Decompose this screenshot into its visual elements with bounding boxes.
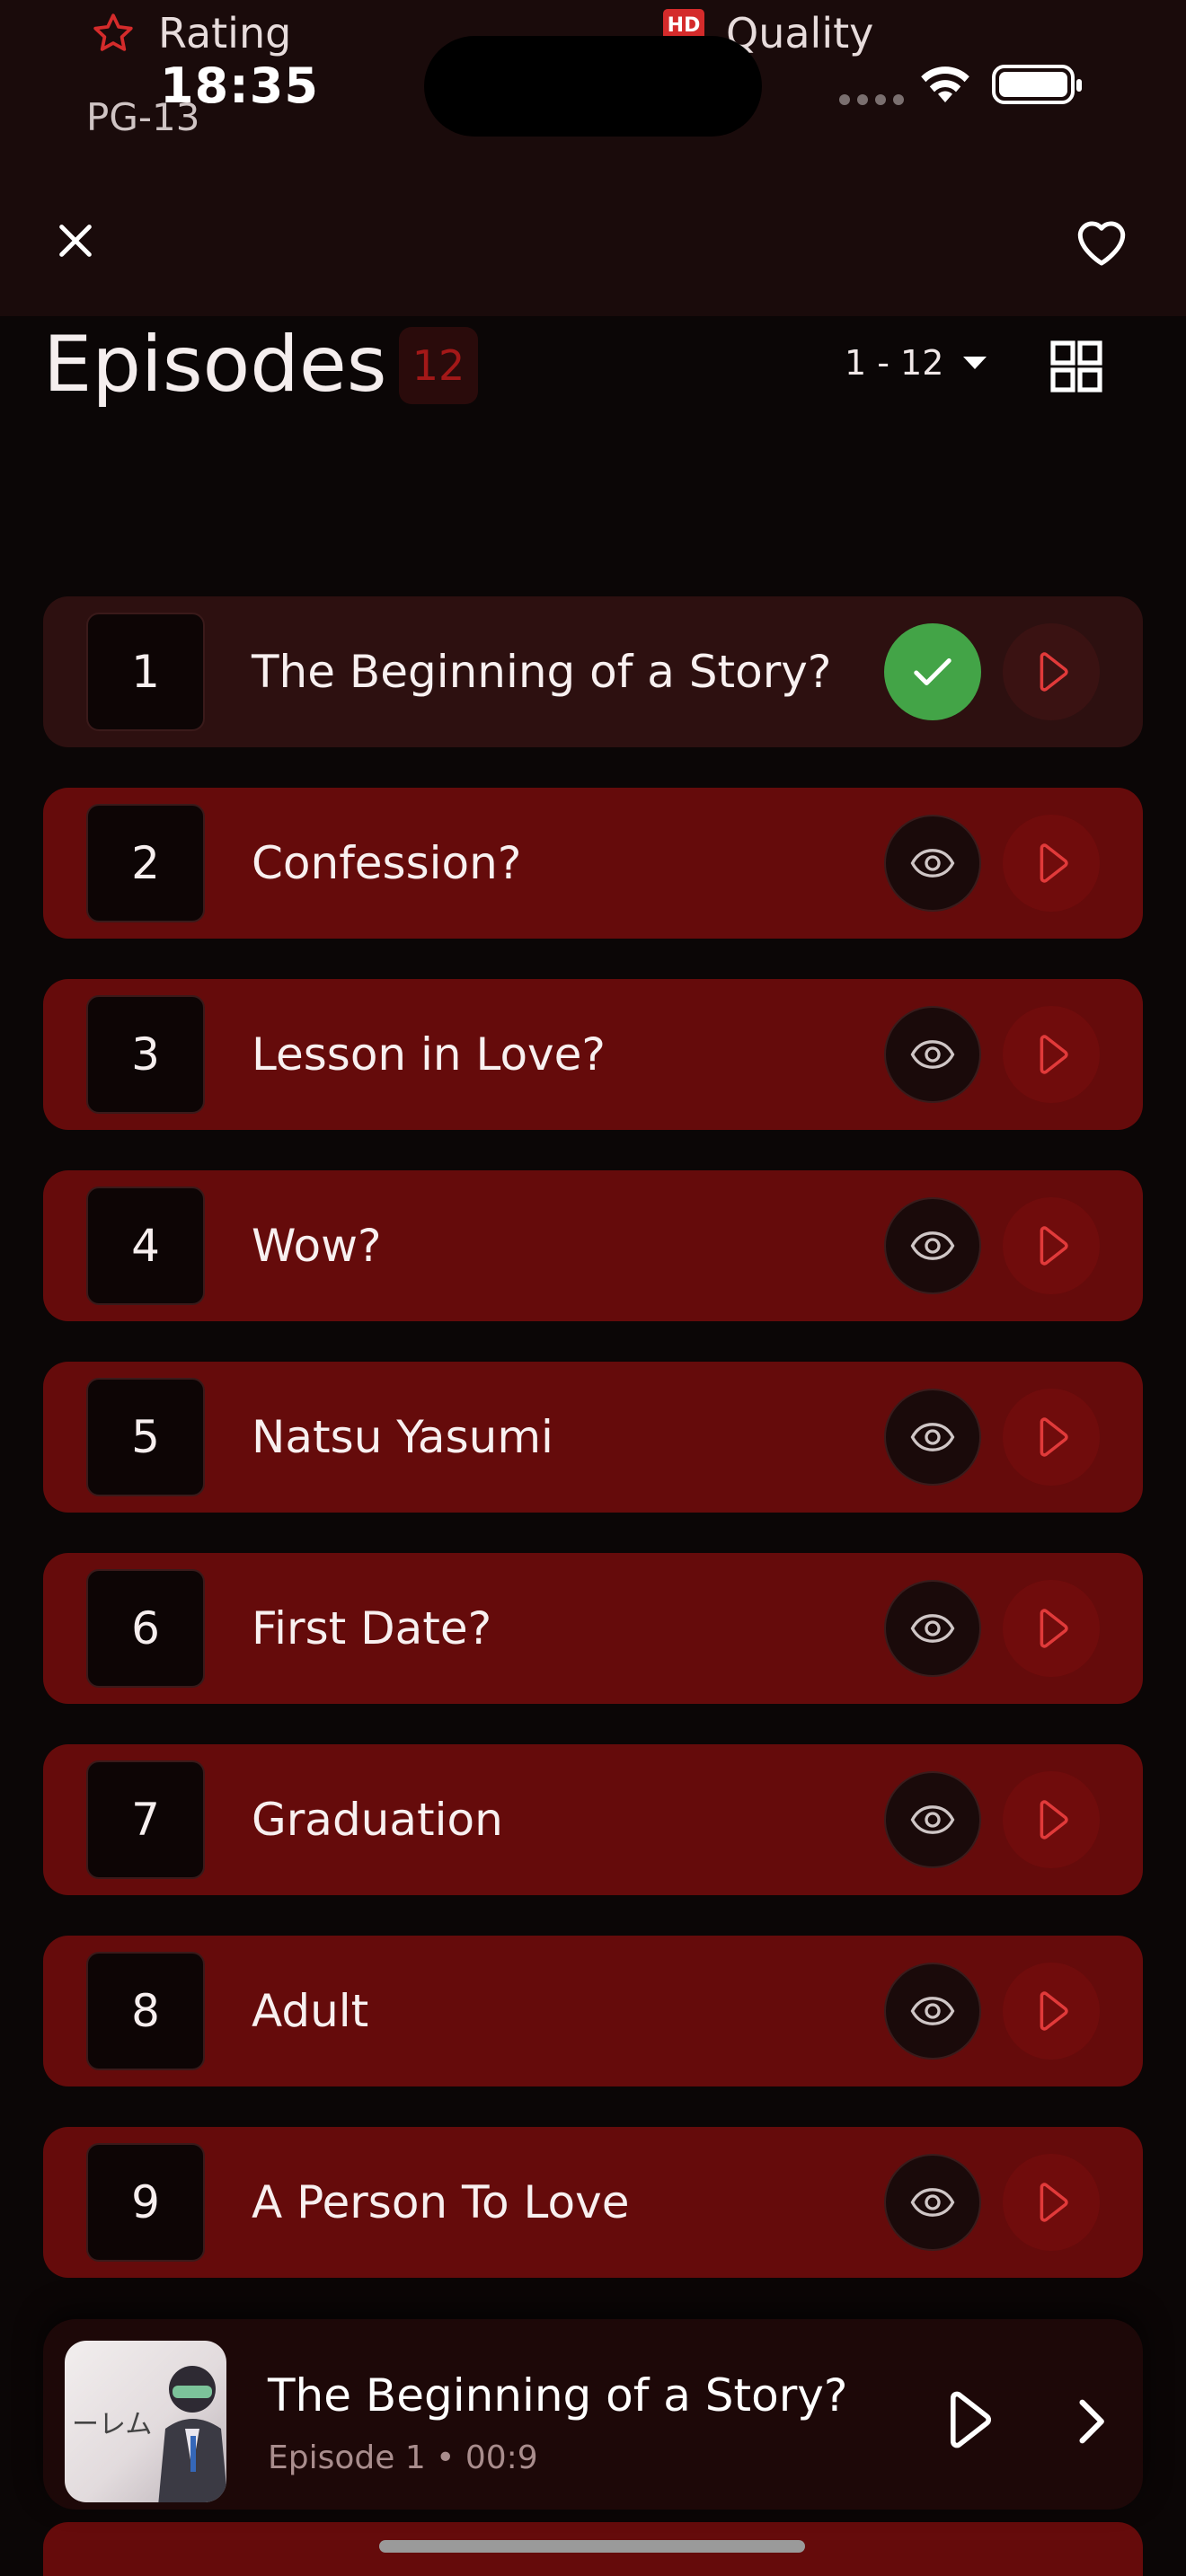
thumbnail-text: ーレム [72, 2409, 153, 2440]
mark-watched-button[interactable] [884, 1389, 981, 1486]
episode-range-select[interactable]: 1 - 12 [845, 343, 988, 383]
play-icon [1040, 1417, 1068, 1457]
eye-icon [910, 1040, 955, 1069]
episode-number: 4 [86, 1187, 205, 1305]
play-icon [1040, 1035, 1068, 1074]
character-illustration [158, 2366, 226, 2502]
mark-watched-button[interactable] [884, 2154, 981, 2251]
episode-play-button[interactable] [1003, 1963, 1100, 2060]
episode-row[interactable]: 6 First Date? [43, 1553, 1143, 1704]
rating-label: Rating [158, 9, 292, 57]
home-indicator [379, 2540, 805, 2553]
top-header: Rating HD Quality PG-13 18:35 [0, 0, 1186, 316]
episode-number: 8 [86, 1952, 205, 2070]
dynamic-island [424, 36, 762, 137]
episode-play-button[interactable] [1003, 1580, 1100, 1677]
episode-number: 3 [86, 995, 205, 1114]
mark-watched-button[interactable] [884, 1006, 981, 1103]
play-icon [1040, 1800, 1068, 1839]
episode-list: 1 The Beginning of a Story? 2 Confession? 3 L… [43, 596, 1143, 2318]
mark-watched-button[interactable] [884, 815, 981, 912]
episode-title: Confession? [252, 837, 522, 889]
mark-watched-button[interactable] [884, 1580, 981, 1677]
quality-label: Quality [726, 9, 874, 57]
eye-icon [910, 2188, 955, 2217]
episode-title: Adult [252, 1985, 369, 2037]
play-icon [1040, 1226, 1068, 1266]
episode-number: 7 [86, 1760, 205, 1879]
mark-watched-button[interactable] [884, 1963, 981, 2060]
now-playing-open-button[interactable] [1058, 2386, 1123, 2457]
episode-play-button[interactable] [1003, 623, 1100, 720]
episode-play-button[interactable] [1003, 1771, 1100, 1868]
close-icon [59, 225, 92, 257]
episode-play-button[interactable] [1003, 2154, 1100, 2251]
episode-title: Wow? [252, 1220, 382, 1272]
episode-row[interactable]: 2 Confession? [43, 788, 1143, 939]
rating-meta: Rating [90, 9, 291, 57]
episode-number: 1 [86, 613, 205, 731]
episode-number: 6 [86, 1569, 205, 1688]
watched-toggle-button[interactable] [884, 623, 981, 720]
episode-count-badge: 12 [399, 327, 478, 404]
episodes-title: Episodes [43, 320, 387, 410]
heart-icon [1077, 221, 1126, 266]
episode-number: 2 [86, 804, 205, 922]
now-playing-thumbnail: ーレム [65, 2341, 226, 2502]
now-playing-bar[interactable]: ーレム The Beginning of a Story? Episode 1 … [43, 2319, 1143, 2510]
mark-watched-button[interactable] [884, 1771, 981, 1868]
play-icon [1040, 1609, 1068, 1648]
episode-row[interactable]: 8 Adult [43, 1936, 1143, 2086]
episode-title: First Date? [252, 1602, 492, 1654]
episode-row[interactable]: 9 A Person To Love [43, 2127, 1143, 2278]
wifi-icon [921, 66, 969, 102]
eye-icon [910, 1231, 955, 1260]
episode-play-button[interactable] [1003, 1006, 1100, 1103]
status-time: 18:35 [160, 57, 319, 114]
play-icon [950, 2391, 992, 2448]
eye-icon [910, 1423, 955, 1451]
episode-row[interactable]: 1 The Beginning of a Story? [43, 596, 1143, 747]
episode-title: Graduation [252, 1794, 503, 1846]
battery-icon [992, 65, 1082, 104]
eye-icon [910, 1805, 955, 1834]
play-icon [1040, 1991, 1068, 2031]
caret-down-icon [963, 357, 987, 369]
episode-play-button[interactable] [1003, 815, 1100, 912]
episode-row[interactable]: 7 Graduation [43, 1744, 1143, 1895]
check-icon [914, 658, 951, 685]
grid-icon [1050, 340, 1102, 393]
play-icon [1040, 652, 1068, 692]
episode-play-button[interactable] [1003, 1197, 1100, 1294]
favorite-button[interactable] [1069, 212, 1134, 269]
episode-number: 5 [86, 1378, 205, 1496]
close-button[interactable] [47, 212, 104, 269]
grid-view-button[interactable] [1049, 340, 1103, 393]
play-icon [1040, 2183, 1068, 2222]
star-icon [93, 13, 133, 51]
now-playing-subtitle: Episode 1 • 00:9 [268, 2439, 538, 2476]
episode-range-value: 1 - 12 [845, 343, 944, 383]
episode-title: Natsu Yasumi [252, 1411, 553, 1463]
now-playing-play-button[interactable] [924, 2377, 1010, 2463]
eye-icon [910, 849, 955, 878]
episode-title: Lesson in Love? [252, 1028, 606, 1081]
episode-row[interactable]: 4 Wow? [43, 1170, 1143, 1321]
cellular-signal-icon [839, 94, 904, 105]
episode-row[interactable]: 5 Natsu Yasumi [43, 1362, 1143, 1513]
eye-icon [910, 1997, 955, 2025]
episode-row[interactable]: 3 Lesson in Love? [43, 979, 1143, 1130]
now-playing-title: The Beginning of a Story? [268, 2369, 848, 2422]
episode-title: A Person To Love [252, 2176, 630, 2228]
episodes-header: Episodes 12 1 - 12 [0, 316, 1186, 424]
mark-watched-button[interactable] [884, 1197, 981, 1294]
chevron-right-icon [1079, 2399, 1104, 2444]
episode-number: 9 [86, 2143, 205, 2262]
episode-play-button[interactable] [1003, 1389, 1100, 1486]
episode-title: The Beginning of a Story? [252, 646, 832, 698]
play-icon [1040, 843, 1068, 883]
eye-icon [910, 1614, 955, 1643]
